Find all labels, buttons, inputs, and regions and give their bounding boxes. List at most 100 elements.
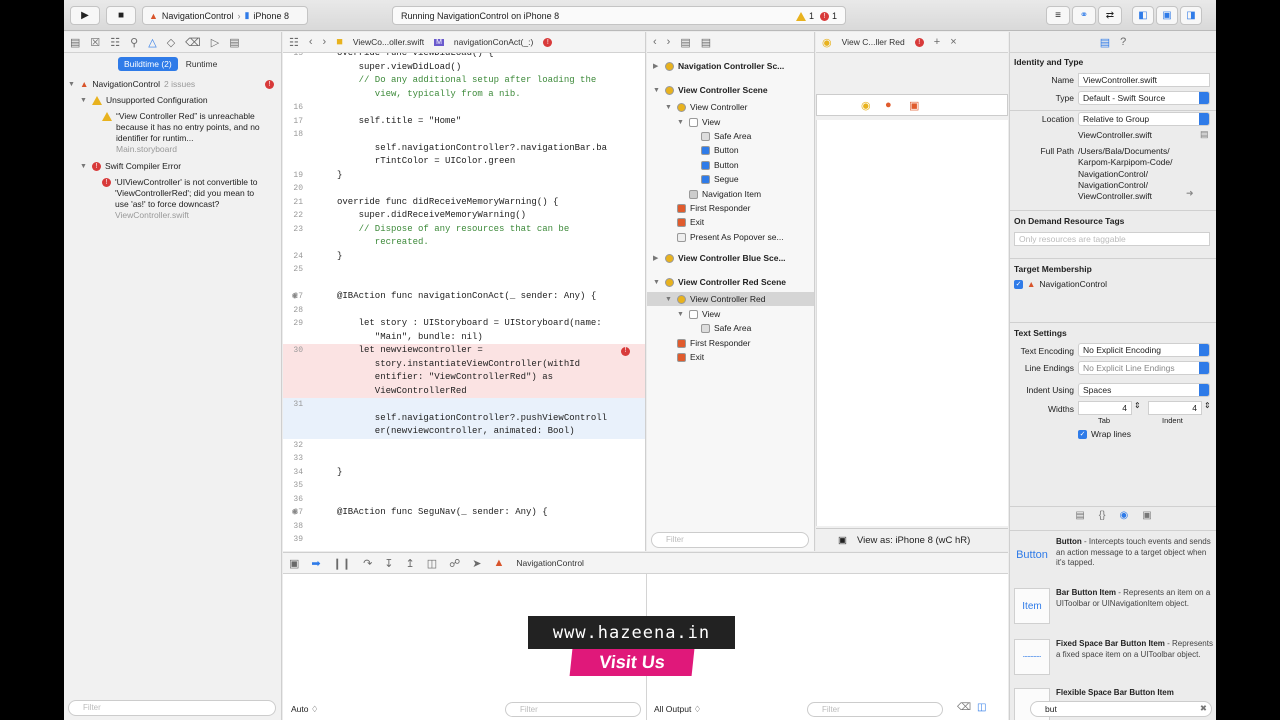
outline-item[interactable]: Present As Popover se... [647,230,814,244]
run-button[interactable]: ▶ [70,6,100,25]
code-line[interactable]: 19} [283,169,645,183]
type-popup[interactable]: Default - Swift Source [1078,91,1210,105]
code-line[interactable]: er(newviewcontroller, animated: Bool) [283,425,645,439]
disclosure-icon[interactable]: ▼ [68,79,76,90]
library-item[interactable]: Item Bar Button Item - Represents an item… [1010,588,1216,624]
disclosure-icon[interactable]: ▼ [665,296,673,303]
view-controller-red-view[interactable] [816,120,1008,526]
outline-item[interactable]: ▼ View Controller Scene [647,83,814,97]
line-number[interactable]: 34 [283,466,303,480]
code-line[interactable] [283,277,645,291]
line-number[interactable]: 22 [283,209,303,223]
outline-item[interactable]: Exit [647,350,814,364]
forward-icon[interactable]: › [667,36,671,48]
toggle-debug-button[interactable]: ▣ [1156,6,1178,25]
step-out-icon[interactable]: ↥ [406,557,415,570]
library-item[interactable]: Button Button - Intercepts touch events a… [1010,537,1216,573]
code-line[interactable]: super.viewDidLoad() [283,61,645,75]
encoding-popup[interactable]: No Explicit Encoding [1078,343,1210,357]
panel-icon[interactable]: ▣ [838,535,847,546]
line-number[interactable]: 19 [283,169,303,183]
connection-icon[interactable]: ◉ [292,506,297,520]
code-line[interactable]: 28 [283,304,645,318]
issue-group-row[interactable]: ▼ ! Swift Compiler Error [64,161,281,172]
output-selector[interactable]: All Output ♢ [654,704,701,715]
code-line[interactable]: story.instantiateViewController(withId [283,357,645,371]
line-number[interactable]: 35 [283,479,303,493]
code-area[interactable]: 15 override func viewDidLoad() { super.vi… [283,53,645,551]
tab-buildtime[interactable]: Buildtime (2) [118,57,178,71]
code-line[interactable]: 31 [283,398,645,412]
tags-field[interactable]: Only resources are taggable [1014,232,1210,246]
file-icon[interactable]: ▤ [1100,36,1110,49]
view-controller-icon[interactable]: ◉ [861,99,871,112]
outline-item[interactable]: ▼ View [647,307,814,321]
indent-popup[interactable]: Spaces [1078,383,1210,397]
reveal-icon[interactable]: ➜ [1186,188,1194,199]
code-line[interactable]: 35 [283,479,645,493]
code-line[interactable]: 22 super.didReceiveMemoryWarning() [283,209,645,223]
error-count[interactable]: 1 [832,11,837,21]
error-icon[interactable]: ! [543,38,553,47]
media-library-icon[interactable]: ▣ [1142,510,1151,528]
checkbox-checked[interactable]: ✓ [1078,429,1087,439]
outline-item[interactable]: Button [647,158,814,172]
issue-item[interactable]: “View Controller Red” is unreachable bec… [64,111,281,155]
storyboard-canvas[interactable]: ◉ View C...ller Red ! + × ◉ ● ▣ ▣ View a… [816,32,1008,551]
line-number[interactable]: 29 [283,317,303,331]
line-number[interactable]: 21 [283,196,303,210]
library-item[interactable]: ┈┈┈ Fixed Space Bar Button Item - Represe… [1010,639,1216,675]
breakpoints-icon[interactable]: ➡ [311,557,320,570]
code-line[interactable]: 27 @IBAction func navigationConAct(_ send… [283,290,645,304]
line-number[interactable]: 33 [283,452,303,466]
close-icon[interactable]: × [950,36,956,48]
outline-item[interactable]: Navigation Item [647,187,814,201]
console-filter-field[interactable]: Filter [807,702,943,717]
location-icon[interactable]: ➤ [472,557,481,570]
issue-icon[interactable]: △ [148,36,156,49]
outline-item[interactable]: Segue [647,172,814,186]
wrap-lines-row[interactable]: ✓ Wrap lines [1078,429,1131,439]
breakpoint-icon[interactable]: ▷ [211,36,219,49]
line-number[interactable]: 36 [283,493,303,507]
exit-icon[interactable]: ▣ [909,99,919,112]
promo-banner[interactable]: www.hazeena.in Visit Us [528,616,735,676]
line-number[interactable]: 17 [283,115,303,129]
jump-file[interactable]: ViewCo...oller.swift [353,37,424,47]
code-line[interactable]: self.navigationController?.navigationBar… [283,142,645,156]
code-line[interactable]: recreated. [283,236,645,250]
code-line[interactable]: 29 let story : UIStoryboard = UIStoryboa… [283,317,645,331]
connection-icon[interactable]: ◉ [292,290,297,304]
hierarchy-icon[interactable]: ☷ [110,36,120,49]
back-icon[interactable]: ‹ [309,36,313,48]
code-line[interactable]: 17 self.title = "Home" [283,115,645,129]
disclosure-icon[interactable]: ▶ [653,62,661,70]
trash-icon[interactable]: ⌫ [957,702,971,713]
hide-debug-icon[interactable]: ▣ [289,557,299,570]
clear-icon[interactable]: ✖ [1200,703,1207,714]
disclosure-icon[interactable]: ▼ [653,87,661,94]
line-number[interactable]: 31 [283,398,303,412]
folder-icon[interactable]: ▤ [1200,129,1209,140]
location-popup[interactable]: Relative to Group [1078,112,1210,126]
indent-width-field[interactable]: 4 [1148,401,1202,415]
library-search-field[interactable]: but ✖ [1030,701,1212,717]
stepper-icon[interactable]: ⇕ [1204,401,1211,410]
code-line[interactable]: 32 [283,439,645,453]
checkbox-checked[interactable]: ✓ [1014,279,1023,289]
tab-width-field[interactable]: 4 [1078,401,1132,415]
first-responder-icon[interactable]: ● [885,99,892,111]
issue-item[interactable]: ! 'UIViewController' is not convertible … [64,177,281,221]
step-over-icon[interactable]: ↷ [363,557,372,570]
outline-filter-field[interactable]: Filter [651,532,809,548]
visit-us-button[interactable]: Visit Us [569,649,694,676]
outline-item[interactable]: First Responder [647,201,814,215]
add-icon[interactable]: + [934,36,940,48]
code-line[interactable]: self.navigationController?.pushViewContr… [283,411,645,425]
code-line[interactable]: 20 [283,182,645,196]
line-number[interactable]: 24 [283,250,303,264]
code-line[interactable]: 34} [283,466,645,480]
code-line[interactable]: 36 [283,493,645,507]
code-line[interactable]: "Main", bundle: nil) [283,331,645,345]
variables-scope[interactable]: Auto ♢ [291,704,318,715]
